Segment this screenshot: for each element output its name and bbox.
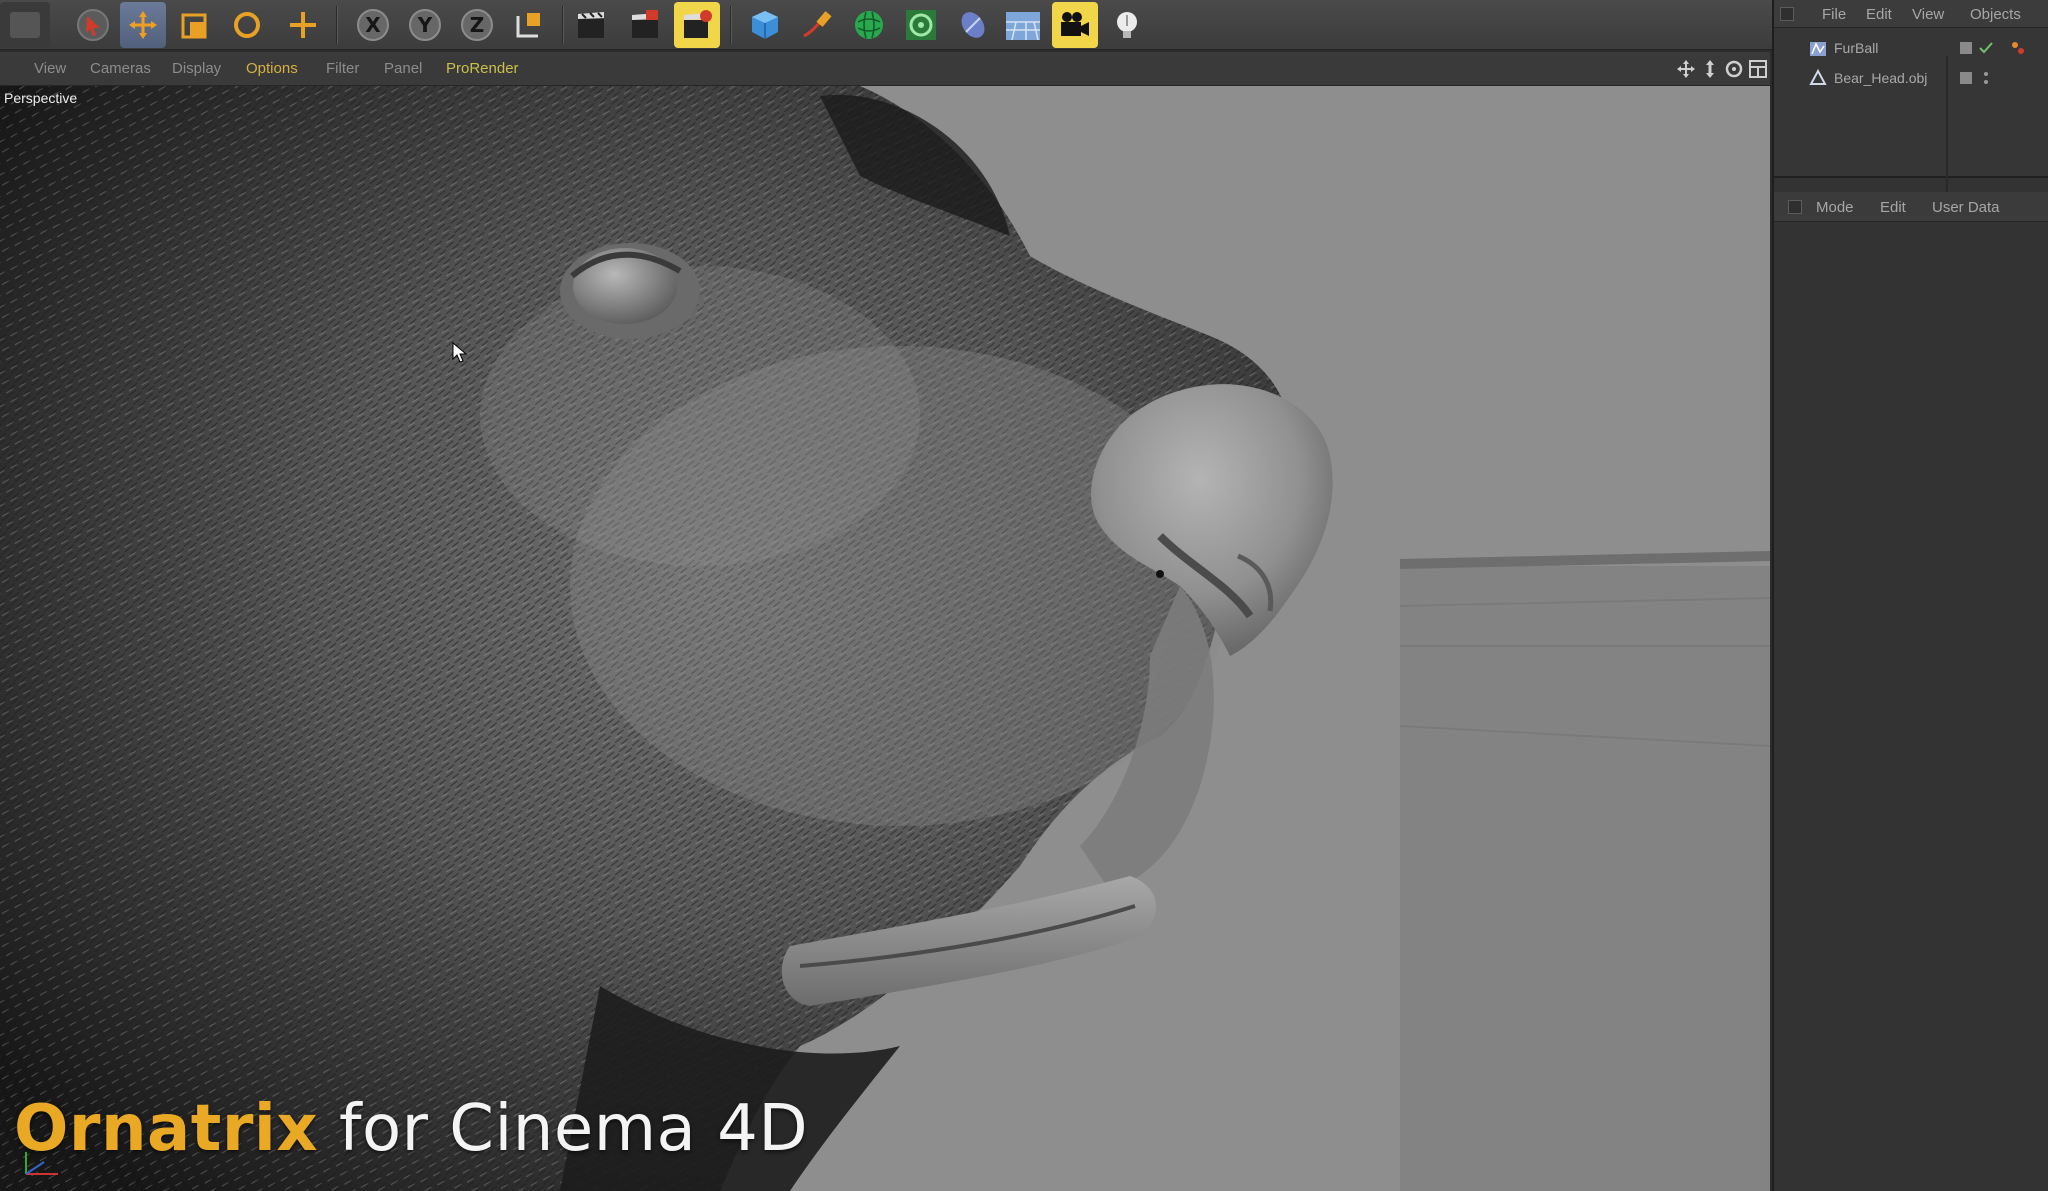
visibility-dots-icon[interactable]: [1978, 70, 1994, 86]
bear-head-render: [0, 86, 1770, 1191]
toggle-layout-icon[interactable]: [1748, 59, 1768, 79]
attribute-manager-body: [1774, 222, 2048, 1191]
mouse-cursor-icon: [452, 342, 468, 363]
furball-icon: [1810, 42, 1826, 56]
object-name: FurBall: [1834, 40, 1879, 56]
right-side-panels: File Edit View Objects FurBall Bear_Head…: [1772, 0, 2048, 1191]
visibility-check-icon[interactable]: [1978, 40, 1994, 56]
scale-icon[interactable]: [172, 2, 218, 48]
video-title-overlay: Ornatrix for Cinema 4D: [14, 1092, 808, 1166]
subdivision-surface-icon[interactable]: [846, 2, 892, 48]
render-to-picture-viewer-icon[interactable]: [622, 2, 668, 48]
panel-toggle-icon[interactable]: [1780, 7, 1794, 21]
select-arrow-icon[interactable]: [70, 2, 116, 48]
viewport-menu-cameras[interactable]: Cameras: [90, 60, 151, 77]
light-icon[interactable]: [1104, 2, 1150, 48]
object-name: Bear_Head.obj: [1834, 70, 1928, 86]
main-toolbar: X Y Z: [0, 0, 1780, 50]
deformer-icon[interactable]: [950, 2, 996, 48]
toolbar-separator: [562, 6, 564, 44]
viewport-menu-panel[interactable]: Panel: [384, 60, 422, 77]
om-menu-edit[interactable]: Edit: [1866, 6, 1892, 23]
render-view-icon[interactable]: [568, 2, 614, 48]
viewport-menu-prorender[interactable]: ProRender: [446, 60, 519, 77]
rotate-icon[interactable]: [224, 2, 270, 48]
tag-icon[interactable]: [2010, 40, 2026, 56]
toolbar-separator: [730, 6, 732, 44]
render-settings-icon[interactable]: [674, 2, 720, 48]
attribute-manager-menu: Mode Edit User Data: [1774, 192, 2048, 222]
toolbar-separator: [336, 6, 338, 44]
object-list: FurBall Bear_Head.obj: [1774, 28, 2048, 206]
svg-text:Z: Z: [470, 13, 485, 37]
viewport-menu-filter[interactable]: Filter: [326, 60, 359, 77]
panel-toggle-icon[interactable]: [1788, 200, 1802, 214]
move-icon[interactable]: [120, 2, 166, 48]
om-menu-objects[interactable]: Objects: [1970, 6, 2021, 23]
viewport-menu-bar: View Cameras Display Options Filter Pane…: [0, 52, 1770, 86]
undo-view-icon[interactable]: [0, 2, 50, 48]
coordinate-system-icon[interactable]: [506, 2, 552, 48]
column-divider: [1946, 56, 1948, 206]
title-rest: for Cinema 4D: [318, 1092, 809, 1166]
object-row[interactable]: FurBall: [1774, 34, 2048, 62]
viewport-menu-display[interactable]: Display: [172, 60, 221, 77]
om-menu-file[interactable]: File: [1822, 6, 1846, 23]
svg-text:Y: Y: [417, 13, 433, 37]
object-manager-menu: File Edit View Objects: [1774, 0, 2048, 28]
add-object-icon[interactable]: [280, 2, 326, 48]
polygon-object-icon: [1809, 68, 1827, 85]
x-axis-lock-icon[interactable]: X: [350, 2, 396, 48]
perspective-viewport[interactable]: Perspective: [0, 86, 1770, 1191]
layer-flag-icon[interactable]: [1958, 40, 1974, 56]
zoom-view-icon[interactable]: [1700, 59, 1720, 79]
om-menu-view[interactable]: View: [1912, 6, 1944, 23]
array-generator-icon[interactable]: [898, 2, 944, 48]
am-menu-edit[interactable]: Edit: [1880, 199, 1906, 216]
y-axis-lock-icon[interactable]: Y: [402, 2, 448, 48]
move-view-icon[interactable]: [1676, 59, 1696, 79]
viewport-menu-view[interactable]: View: [34, 60, 66, 77]
layer-flag-icon[interactable]: [1958, 70, 1974, 86]
camera-icon[interactable]: [1052, 2, 1098, 48]
object-row[interactable]: Bear_Head.obj: [1774, 64, 2048, 92]
viewport-menu-options[interactable]: Options: [246, 60, 298, 77]
am-menu-user-data[interactable]: User Data: [1932, 199, 2000, 216]
cube-primitive-icon[interactable]: [742, 2, 788, 48]
rotate-view-icon[interactable]: [1724, 59, 1744, 79]
title-brand: Ornatrix: [14, 1092, 319, 1166]
floor-environment-icon[interactable]: [1000, 2, 1046, 48]
am-menu-mode[interactable]: Mode: [1816, 199, 1854, 216]
z-axis-lock-icon[interactable]: Z: [454, 2, 500, 48]
pen-spline-icon[interactable]: [794, 2, 840, 48]
viewport-camera-label: Perspective: [4, 90, 78, 106]
svg-text:X: X: [365, 13, 381, 37]
